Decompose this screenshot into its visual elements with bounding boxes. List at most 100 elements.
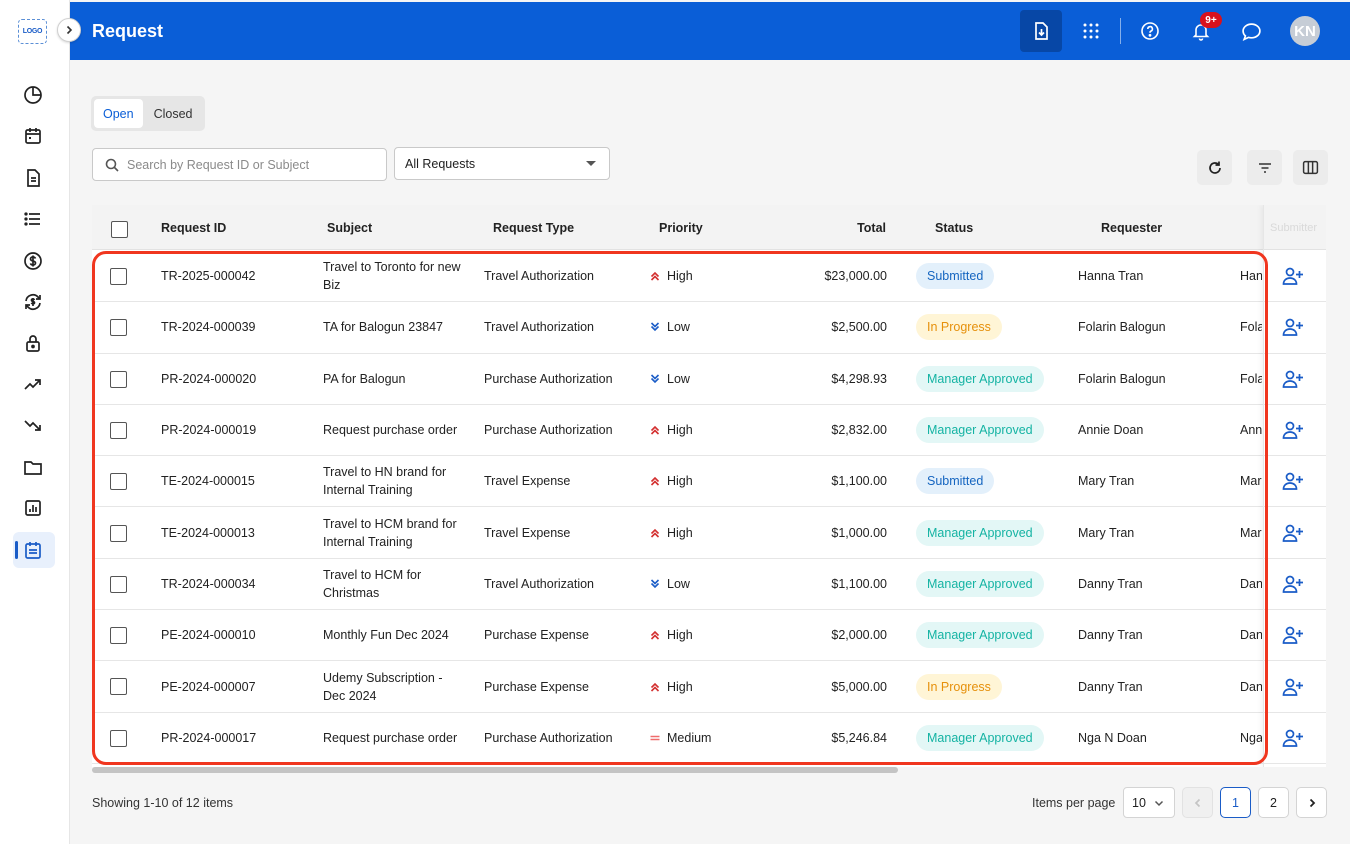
tab-closed[interactable]: Closed — [145, 99, 202, 128]
cell-request-id[interactable]: TE-2024-000013 — [161, 508, 255, 558]
table-row[interactable]: PR-2024-000017 Request purchase order Purc… — [92, 713, 1326, 764]
list-icon — [24, 212, 40, 226]
table-row[interactable]: PE-2024-000007 Udemy Subscription - Dec 2… — [92, 661, 1326, 713]
assign-user-button[interactable] — [1282, 574, 1304, 594]
row-checkbox[interactable] — [110, 370, 127, 388]
page-button-1[interactable]: 1 — [1220, 787, 1251, 818]
assign-user-button[interactable] — [1282, 728, 1304, 748]
sidebar-expand-button[interactable] — [57, 18, 81, 42]
actions-column: Submitter — [1263, 205, 1326, 767]
sidebar-item-finance[interactable] — [22, 250, 44, 272]
cell-request-id[interactable]: TR-2024-000039 — [161, 302, 256, 352]
table-row[interactable]: PE-2024-000010 Monthly Fun Dec 2024 Purcha… — [92, 610, 1326, 662]
sidebar-item-expense[interactable] — [22, 415, 44, 437]
assign-user-button[interactable] — [1282, 317, 1304, 337]
column-header-subject[interactable]: Subject — [327, 205, 372, 250]
tab-open[interactable]: Open — [94, 99, 143, 128]
sidebar-item-list[interactable] — [22, 208, 44, 230]
apps-menu-button[interactable] — [1070, 10, 1112, 52]
row-checkbox[interactable] — [110, 627, 127, 645]
cell-request-id[interactable]: PR-2024-000017 — [161, 713, 256, 763]
search-input[interactable] — [127, 157, 367, 172]
assign-user-button[interactable] — [1282, 677, 1304, 697]
assign-user-button[interactable] — [1282, 625, 1304, 645]
cell-subject: Travel to HN brand for Internal Training — [323, 465, 447, 498]
sidebar-item-dashboard[interactable] — [22, 84, 44, 106]
items-per-page-select[interactable]: 10 — [1123, 787, 1175, 818]
chevron-right-icon — [1309, 798, 1315, 807]
sidebar-item-requests[interactable] — [22, 539, 44, 561]
sidebar-item-documents[interactable] — [22, 167, 44, 189]
column-header-priority[interactable]: Priority — [659, 205, 703, 250]
assign-user-button[interactable] — [1282, 369, 1304, 389]
row-checkbox[interactable] — [110, 268, 127, 285]
user-avatar[interactable]: KN — [1290, 16, 1320, 46]
cell-request-id[interactable]: TE-2024-000015 — [161, 456, 255, 506]
select-all-checkbox[interactable] — [111, 221, 128, 238]
cell-request-id[interactable]: PR-2024-000020 — [161, 354, 256, 404]
sidebar-item-exchange[interactable] — [22, 291, 44, 313]
table-row[interactable]: PR-2024-000019 Request purchase order Purc… — [92, 405, 1326, 457]
request-type-select[interactable]: All Requests — [394, 147, 610, 180]
assign-user-button[interactable] — [1282, 266, 1304, 286]
column-header-status[interactable]: Status — [935, 205, 973, 250]
cell-request-id[interactable]: TR-2025-000042 — [161, 251, 256, 301]
cell-request-type: Purchase Authorization — [484, 371, 613, 386]
sidebar-item-income[interactable] — [22, 373, 44, 395]
cell-request-id[interactable]: PE-2024-000007 — [161, 661, 256, 711]
previous-page-button[interactable] — [1182, 787, 1213, 818]
row-checkbox[interactable] — [110, 729, 127, 747]
priority-medium-icon — [650, 735, 660, 741]
columns-button[interactable] — [1293, 150, 1328, 185]
download-button[interactable] — [1020, 10, 1062, 52]
column-header-request-id[interactable]: Request ID — [161, 205, 226, 250]
app-logo: LOGO — [18, 19, 47, 44]
cell-request-id[interactable]: PE-2024-000010 — [161, 610, 256, 660]
sidebar-item-reports[interactable] — [22, 497, 44, 519]
cell-requester: Folarin Balogun — [1078, 320, 1166, 335]
assign-user-button[interactable] — [1282, 523, 1304, 543]
table-row[interactable]: TE-2024-000015 Travel to HN brand for Int… — [92, 456, 1326, 508]
sidebar-item-security[interactable] — [22, 332, 44, 354]
table-row[interactable]: PR-2024-000020 PA for Balogun Purchase Aut… — [92, 354, 1326, 405]
row-actions — [1264, 610, 1326, 662]
horizontal-scrollbar[interactable] — [92, 767, 898, 773]
priority-low-icon — [650, 579, 660, 589]
table-row[interactable]: TR-2024-000034 Travel to HCM for Christma… — [92, 559, 1326, 611]
page-button-2[interactable]: 2 — [1258, 787, 1289, 818]
table-row[interactable]: TR-2025-000042 Travel to Toronto for new … — [92, 251, 1326, 303]
column-header-request-type[interactable]: Request Type — [493, 205, 574, 250]
refresh-button[interactable] — [1197, 150, 1232, 185]
cell-request-id[interactable]: PR-2024-000019 — [161, 405, 256, 455]
sidebar-item-calendar[interactable] — [22, 125, 44, 147]
help-button[interactable] — [1129, 10, 1171, 52]
cell-priority: Medium — [649, 713, 711, 763]
column-header-submitter: Submitter — [1270, 221, 1318, 234]
row-checkbox[interactable] — [110, 524, 127, 542]
cell-status: Manager Approved — [916, 713, 1044, 763]
cell-request-type: Travel Expense — [484, 525, 571, 540]
next-page-button[interactable] — [1296, 787, 1327, 818]
row-checkbox[interactable] — [110, 575, 127, 593]
sidebar-item-folders[interactable] — [22, 456, 44, 478]
priority-low-icon — [650, 374, 660, 383]
table-row[interactable]: TR-2024-000039 TA for Balogun 23847 Travel… — [92, 302, 1326, 354]
row-checkbox[interactable] — [110, 473, 127, 491]
cell-request-id[interactable]: TR-2024-000034 — [161, 559, 256, 609]
row-checkbox[interactable] — [110, 319, 127, 337]
cell-priority: Low — [649, 354, 690, 404]
filter-button[interactable] — [1247, 150, 1282, 185]
assign-user-button[interactable] — [1282, 471, 1304, 491]
row-checkbox[interactable] — [110, 678, 127, 696]
column-header-requester[interactable]: Requester — [1101, 205, 1162, 250]
chat-button[interactable] — [1230, 10, 1272, 52]
cell-requester: Mary Tran — [1078, 525, 1135, 540]
column-header-total[interactable]: Total — [825, 205, 886, 250]
help-icon — [1141, 22, 1159, 40]
assign-user-button[interactable] — [1282, 420, 1304, 440]
table-row[interactable]: TE-2024-000013 Travel to HCM brand for In… — [92, 508, 1326, 559]
cell-submitter: Han — [1240, 269, 1262, 284]
row-checkbox[interactable] — [110, 421, 127, 439]
priority-label: High — [667, 628, 693, 643]
cell-submitter: Anni — [1240, 423, 1262, 438]
